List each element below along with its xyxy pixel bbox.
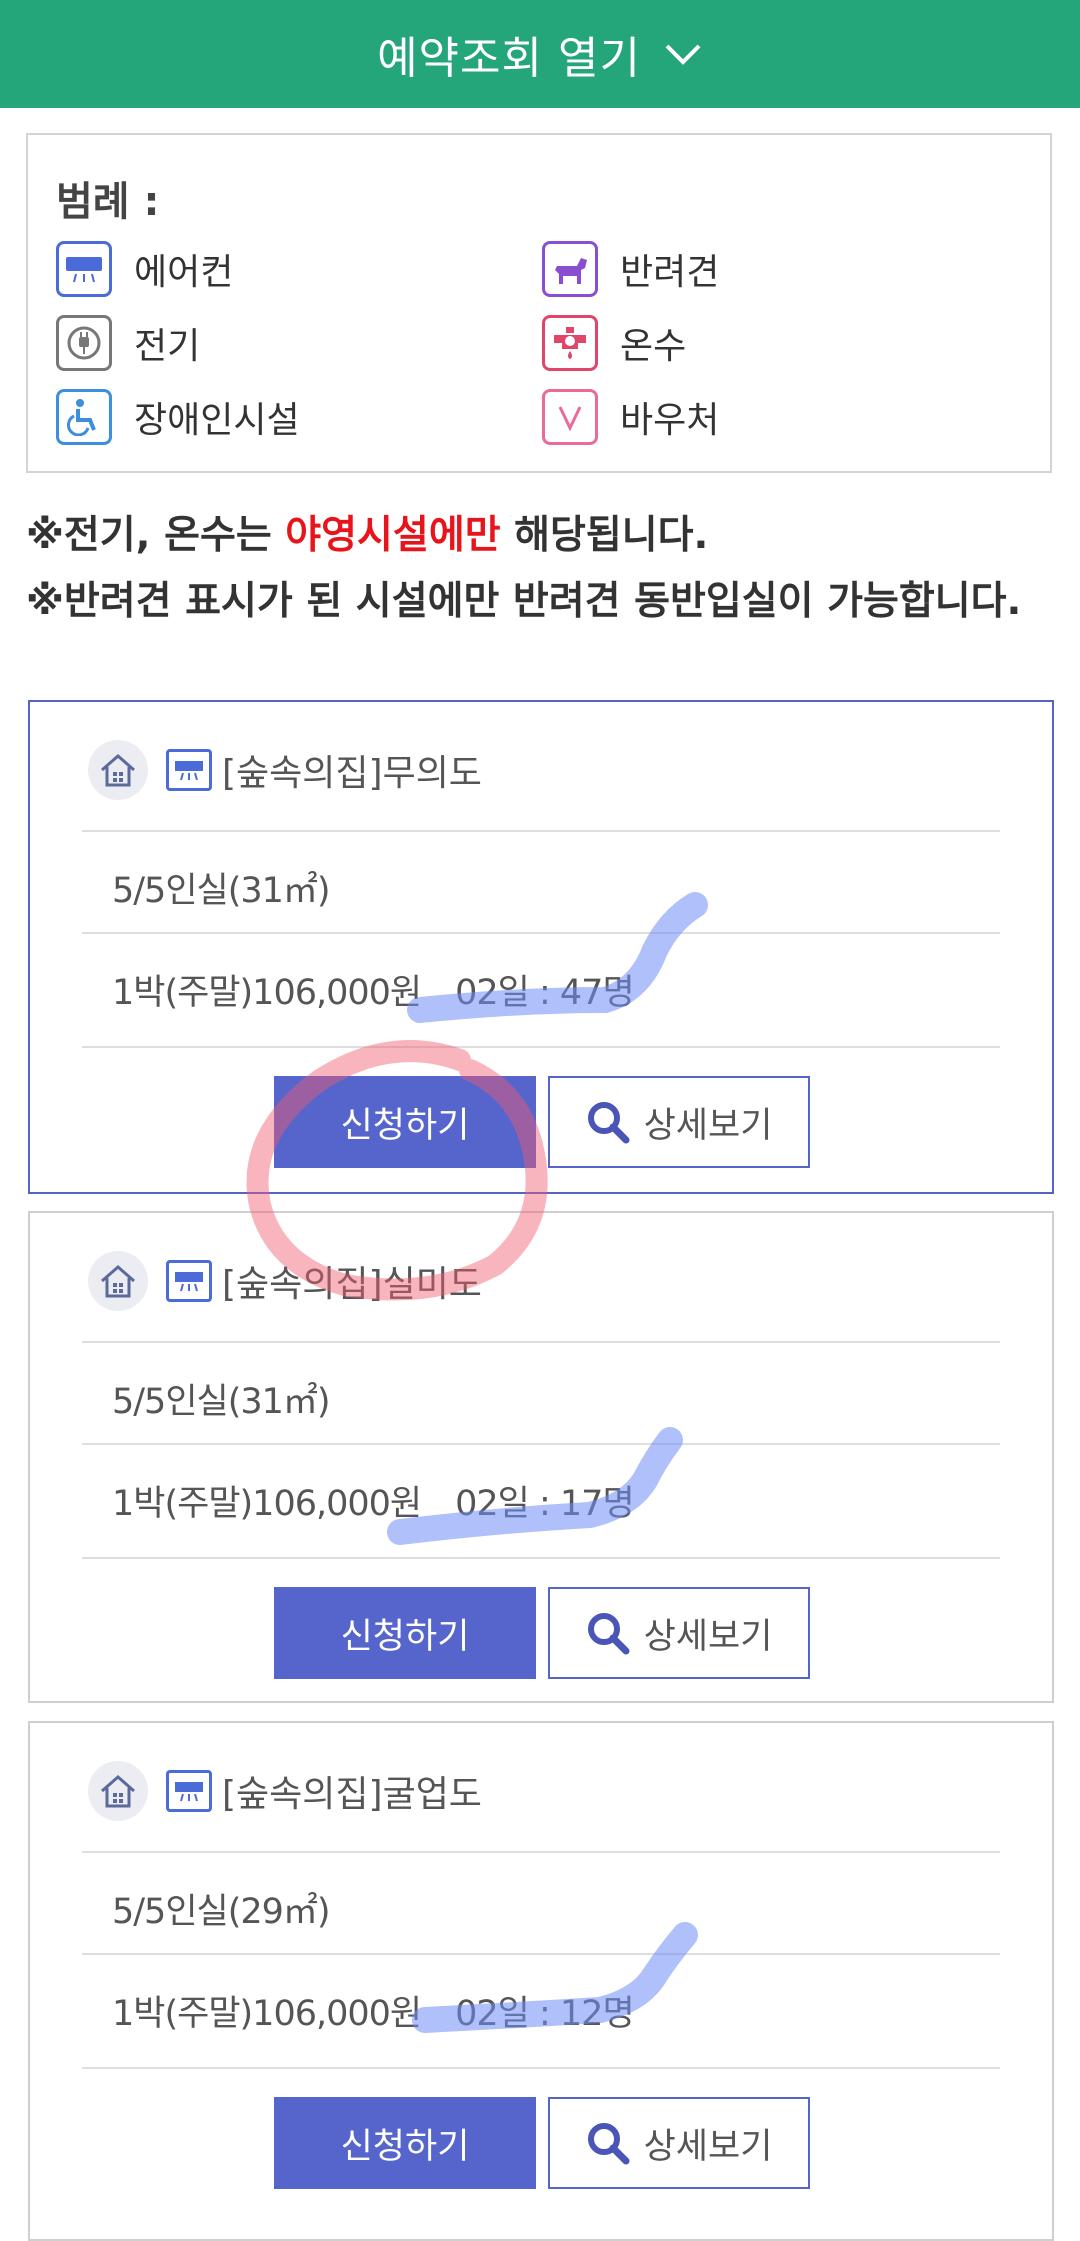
legend-item-voucher: 바우처 bbox=[542, 389, 719, 445]
legend-box: 범례 : 에어컨 반려견 전기 온수 장애인시설 바우처 bbox=[26, 133, 1052, 473]
divider bbox=[82, 1341, 1000, 1343]
view-details-label: 상세보기 bbox=[643, 1105, 773, 1146]
notice-pet-policy: ※반려견 표시가 된 시설에만 반려견 동반입실이 가능합니다. bbox=[26, 579, 1022, 624]
air-conditioner-icon bbox=[166, 1260, 212, 1302]
apply-button[interactable]: 신청하기 bbox=[274, 2097, 536, 2189]
legend-item-dog: 반려견 bbox=[542, 241, 719, 297]
room-header: [숲속의집]실미도 bbox=[88, 1251, 482, 1311]
chevron-down-icon bbox=[665, 44, 701, 65]
room-name: [숲속의집]굴업도 bbox=[222, 1774, 482, 1815]
legend-label: 온수 bbox=[620, 326, 687, 367]
notice-electric-hotwater: ※전기, 온수는 야영시설에만 해당됩니다. bbox=[26, 503, 1056, 569]
divider bbox=[82, 1851, 1000, 1853]
search-icon bbox=[587, 2123, 630, 2165]
room-capacity: 5/5인실(31㎡) bbox=[112, 1382, 331, 1422]
room-price-row: 1박(주말)106,000원 02일 : 17명 bbox=[112, 1475, 635, 1526]
legend-label: 반려견 bbox=[620, 252, 720, 293]
divider bbox=[82, 932, 1000, 934]
notice-highlight: 야영시설에만 bbox=[285, 513, 501, 558]
room-card: [숲속의집]무의도 5/5인실(31㎡) 1박(주말)106,000원 02일 :… bbox=[28, 700, 1054, 1194]
hot-water-icon bbox=[542, 315, 598, 371]
wheelchair-icon bbox=[56, 389, 112, 445]
room-waiting: 02일 : 17명 bbox=[455, 1484, 635, 1524]
room-capacity: 5/5인실(29㎡) bbox=[112, 1892, 331, 1932]
room-price-row: 1박(주말)106,000원 02일 : 47명 bbox=[112, 964, 635, 1015]
divider bbox=[82, 1557, 1000, 1559]
header-title: 예약조회 열기 bbox=[377, 33, 641, 84]
room-price: 1박(주말)106,000원 bbox=[112, 1994, 422, 2034]
legend-label: 장애인시설 bbox=[134, 400, 300, 441]
legend-label: 에어컨 bbox=[134, 252, 234, 293]
air-conditioner-icon bbox=[166, 749, 212, 791]
legend-title: 범례 : bbox=[56, 179, 160, 225]
room-name: [숲속의집]실미도 bbox=[222, 1264, 482, 1305]
reservation-lookup-toggle[interactable]: 예약조회 열기 bbox=[0, 0, 1080, 108]
room-waiting: 02일 : 12명 bbox=[455, 1994, 635, 2034]
room-price: 1박(주말)106,000원 bbox=[112, 1484, 422, 1524]
room-card: [숲속의집]실미도 5/5인실(31㎡) 1박(주말)106,000원 02일 :… bbox=[28, 1211, 1054, 1703]
view-details-button[interactable]: 상세보기 bbox=[548, 1076, 810, 1168]
room-header: [숲속의집]굴업도 bbox=[88, 1761, 482, 1821]
divider bbox=[82, 1046, 1000, 1048]
search-icon bbox=[587, 1613, 630, 1655]
divider bbox=[82, 2067, 1000, 2069]
legend-item-aircon: 에어컨 bbox=[56, 241, 233, 297]
room-waiting: 02일 : 47명 bbox=[455, 973, 635, 1013]
notice-text: 해당됩니다. bbox=[500, 513, 709, 558]
view-details-button[interactable]: 상세보기 bbox=[548, 1587, 810, 1679]
house-icon bbox=[88, 740, 148, 800]
divider bbox=[82, 1443, 1000, 1445]
dog-icon bbox=[542, 241, 598, 297]
legend-item-accessible: 장애인시설 bbox=[56, 389, 300, 445]
view-details-button[interactable]: 상세보기 bbox=[548, 2097, 810, 2189]
legend-item-electric: 전기 bbox=[56, 315, 200, 371]
room-header: [숲속의집]무의도 bbox=[88, 740, 482, 800]
divider bbox=[82, 1953, 1000, 1955]
view-details-label: 상세보기 bbox=[643, 2126, 773, 2167]
room-card: [숲속의집]굴업도 5/5인실(29㎡) 1박(주말)106,000원 02일 :… bbox=[28, 1721, 1054, 2241]
room-name: [숲속의집]무의도 bbox=[222, 753, 482, 794]
apply-button[interactable]: 신청하기 bbox=[274, 1587, 536, 1679]
legend-item-hotwater: 온수 bbox=[542, 315, 686, 371]
room-capacity: 5/5인실(31㎡) bbox=[112, 871, 331, 911]
house-icon bbox=[88, 1761, 148, 1821]
room-price: 1박(주말)106,000원 bbox=[112, 973, 422, 1013]
air-conditioner-icon bbox=[166, 1770, 212, 1812]
air-conditioner-icon bbox=[56, 241, 112, 297]
house-icon bbox=[88, 1251, 148, 1311]
search-icon bbox=[587, 1102, 630, 1144]
electric-plug-icon bbox=[56, 315, 112, 371]
view-details-label: 상세보기 bbox=[643, 1616, 773, 1657]
voucher-icon bbox=[542, 389, 598, 445]
legend-label: 바우처 bbox=[620, 400, 720, 441]
divider bbox=[82, 830, 1000, 832]
apply-button[interactable]: 신청하기 bbox=[274, 1076, 536, 1168]
room-price-row: 1박(주말)106,000원 02일 : 12명 bbox=[112, 1985, 635, 2036]
legend-label: 전기 bbox=[134, 326, 201, 367]
notice-text: ※전기, 온수는 bbox=[26, 513, 286, 558]
